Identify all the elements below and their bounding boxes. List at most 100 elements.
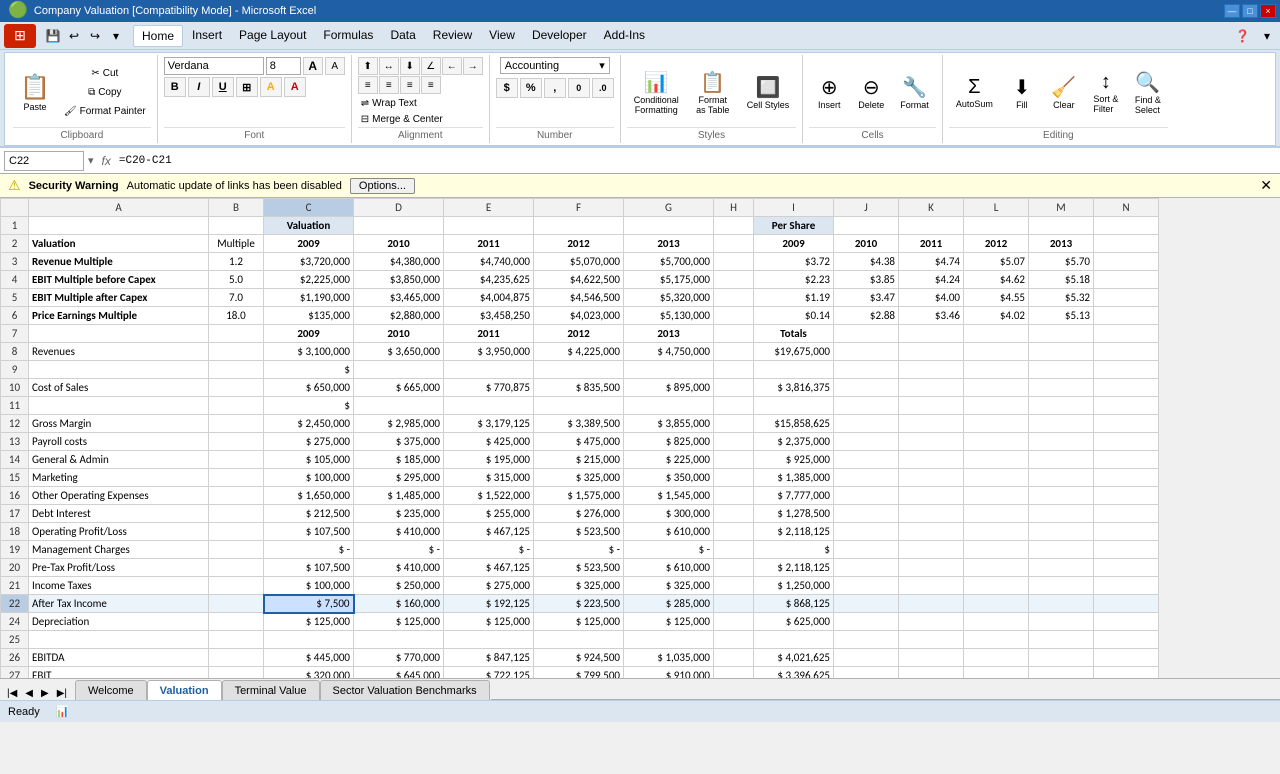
col-header-D[interactable]: D: [354, 199, 444, 217]
cell-H25[interactable]: [714, 631, 754, 649]
cell-M26[interactable]: [1029, 649, 1094, 667]
cell-M14[interactable]: [1029, 451, 1094, 469]
cell-F10[interactable]: $ 835,500: [534, 379, 624, 397]
cell-E3[interactable]: $4,740,000: [444, 253, 534, 271]
cell-G11[interactable]: [624, 397, 714, 415]
cell-M27[interactable]: [1029, 667, 1094, 679]
cell-B13[interactable]: [209, 433, 264, 451]
cell-D8[interactable]: $ 3,650,000: [354, 343, 444, 361]
cell-D10[interactable]: $ 665,000: [354, 379, 444, 397]
merge-center-btn[interactable]: ⊟ Merge & Center: [358, 112, 483, 127]
sort-filter-btn[interactable]: ↕ Sort &Filter: [1086, 62, 1126, 122]
cell-F13[interactable]: $ 475,000: [534, 433, 624, 451]
cell-C12[interactable]: $ 2,450,000: [264, 415, 354, 433]
cell-N9[interactable]: [1094, 361, 1159, 379]
cell-H11[interactable]: [714, 397, 754, 415]
decrease-font-btn[interactable]: A: [325, 57, 345, 75]
cell-F17[interactable]: $ 276,000: [534, 505, 624, 523]
cell-I8[interactable]: $19,675,000: [754, 343, 834, 361]
col-header-F[interactable]: F: [534, 199, 624, 217]
cell-F27[interactable]: $ 799,500: [534, 667, 624, 679]
cell-K17[interactable]: [899, 505, 964, 523]
cell-D9[interactable]: [354, 361, 444, 379]
cell-F20[interactable]: $ 523,500: [534, 559, 624, 577]
cell-E22[interactable]: $ 192,125: [444, 595, 534, 613]
cell-C2[interactable]: 2009: [264, 235, 354, 253]
cell-B26[interactable]: [209, 649, 264, 667]
cell-E21[interactable]: $ 275,000: [444, 577, 534, 595]
cell-K11[interactable]: [899, 397, 964, 415]
menu-tab-page layout[interactable]: Page Layout: [231, 25, 314, 47]
cell-J20[interactable]: [834, 559, 899, 577]
cell-H14[interactable]: [714, 451, 754, 469]
cell-B3[interactable]: 1.2: [209, 253, 264, 271]
cell-I5[interactable]: $1.19: [754, 289, 834, 307]
cell-D24[interactable]: $ 125,000: [354, 613, 444, 631]
cell-K20[interactable]: [899, 559, 964, 577]
cell-L20[interactable]: [964, 559, 1029, 577]
fill-color-btn[interactable]: A: [260, 77, 282, 97]
row-num-19[interactable]: 19: [1, 541, 29, 559]
undo-qa-btn[interactable]: ↩: [65, 27, 83, 45]
cell-B9[interactable]: [209, 361, 264, 379]
cell-J26[interactable]: [834, 649, 899, 667]
cell-H9[interactable]: [714, 361, 754, 379]
tab-nav-first[interactable]: |◀: [4, 687, 20, 700]
cell-F2[interactable]: 2012: [534, 235, 624, 253]
cell-C19[interactable]: $ -: [264, 541, 354, 559]
cell-F8[interactable]: $ 4,225,000: [534, 343, 624, 361]
cell-I17[interactable]: $ 1,278,500: [754, 505, 834, 523]
bold-btn[interactable]: B: [164, 77, 186, 97]
row-num-10[interactable]: 10: [1, 379, 29, 397]
cell-M18[interactable]: [1029, 523, 1094, 541]
cell-D15[interactable]: $ 295,000: [354, 469, 444, 487]
cell-F21[interactable]: $ 325,000: [534, 577, 624, 595]
cell-E26[interactable]: $ 847,125: [444, 649, 534, 667]
cell-N25[interactable]: [1094, 631, 1159, 649]
cell-G13[interactable]: $ 825,000: [624, 433, 714, 451]
cell-J6[interactable]: $2.88: [834, 307, 899, 325]
cell-I14[interactable]: $ 925,000: [754, 451, 834, 469]
cell-H1[interactable]: [714, 217, 754, 235]
row-num-3[interactable]: 3: [1, 253, 29, 271]
cell-I9[interactable]: [754, 361, 834, 379]
cell-H17[interactable]: [714, 505, 754, 523]
cell-N5[interactable]: [1094, 289, 1159, 307]
cell-D2[interactable]: 2010: [354, 235, 444, 253]
cell-I1[interactable]: Per Share: [754, 217, 834, 235]
cell-F19[interactable]: $ -: [534, 541, 624, 559]
cell-N13[interactable]: [1094, 433, 1159, 451]
cell-G15[interactable]: $ 350,000: [624, 469, 714, 487]
align-top-btn[interactable]: ⬆: [358, 57, 378, 75]
cell-C11[interactable]: $: [264, 397, 354, 415]
cell-L27[interactable]: [964, 667, 1029, 679]
cell-I22[interactable]: $ 868,125: [754, 595, 834, 613]
cell-D3[interactable]: $4,380,000: [354, 253, 444, 271]
cell-B4[interactable]: 5.0: [209, 271, 264, 289]
row-num-21[interactable]: 21: [1, 577, 29, 595]
paste-btn[interactable]: 📋 Paste: [13, 62, 57, 122]
cell-E10[interactable]: $ 770,875: [444, 379, 534, 397]
menu-tab-view[interactable]: View: [481, 25, 523, 47]
row-num-26[interactable]: 26: [1, 649, 29, 667]
cell-K26[interactable]: [899, 649, 964, 667]
cell-C18[interactable]: $ 107,500: [264, 523, 354, 541]
cell-G26[interactable]: $ 1,035,000: [624, 649, 714, 667]
align-justify-btn[interactable]: ≡: [421, 76, 441, 94]
cell-B12[interactable]: [209, 415, 264, 433]
cell-D4[interactable]: $3,850,000: [354, 271, 444, 289]
cell-B21[interactable]: [209, 577, 264, 595]
cell-J5[interactable]: $3.47: [834, 289, 899, 307]
cell-C10[interactable]: $ 650,000: [264, 379, 354, 397]
cell-N8[interactable]: [1094, 343, 1159, 361]
cell-H16[interactable]: [714, 487, 754, 505]
cell-H3[interactable]: [714, 253, 754, 271]
align-left-btn[interactable]: ≡: [358, 76, 378, 94]
cell-J4[interactable]: $3.85: [834, 271, 899, 289]
row-num-18[interactable]: 18: [1, 523, 29, 541]
cell-B16[interactable]: [209, 487, 264, 505]
copy-btn[interactable]: ⧉ Copy: [59, 84, 151, 101]
cell-H4[interactable]: [714, 271, 754, 289]
cell-I6[interactable]: $0.14: [754, 307, 834, 325]
cell-C9[interactable]: $: [264, 361, 354, 379]
